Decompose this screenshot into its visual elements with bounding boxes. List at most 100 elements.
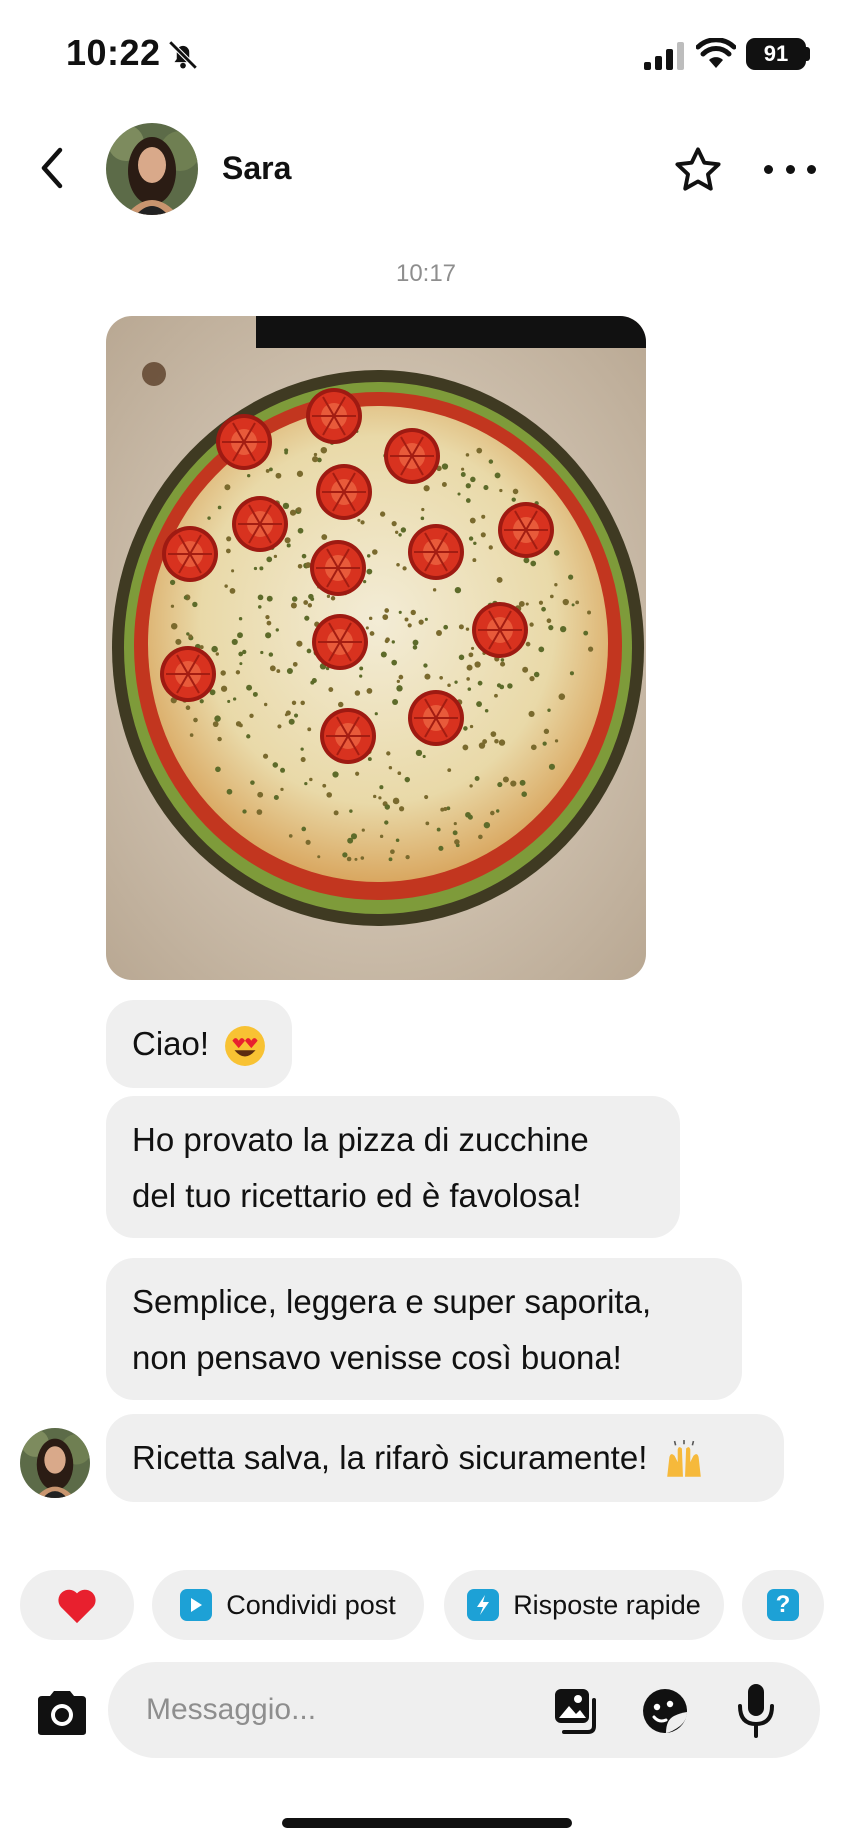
herb-speck: [379, 785, 384, 790]
message-bubble[interactable]: Ricetta salva, la rifarò sicuramente!: [106, 1414, 784, 1502]
herb-speck: [469, 724, 474, 729]
herb-speck: [266, 595, 273, 602]
herb-speck: [192, 601, 198, 608]
herb-speck: [307, 727, 312, 732]
herb-speck: [242, 809, 247, 814]
herb-speck: [207, 516, 211, 520]
herb-speck: [373, 794, 377, 799]
message-bubble[interactable]: Ho provato la pizza di zucchine del tuo …: [106, 1096, 680, 1238]
herb-speck: [306, 648, 312, 654]
herb-speck: [260, 650, 264, 655]
herb-speck: [458, 624, 464, 630]
sender-avatar[interactable]: [20, 1428, 90, 1498]
herb-speck: [410, 609, 416, 616]
herb-speck: [296, 470, 304, 477]
more-options-button[interactable]: [764, 154, 816, 184]
herb-speck: [402, 566, 407, 571]
herb-speck: [385, 637, 390, 642]
message-bubble[interactable]: Ciao!: [106, 1000, 293, 1088]
herb-speck: [266, 556, 273, 563]
herb-speck: [374, 712, 378, 716]
help-chip[interactable]: ?: [742, 1570, 824, 1640]
herb-speck: [398, 533, 402, 537]
gallery-button[interactable]: [552, 1686, 602, 1736]
share-post-chip[interactable]: Condividi post: [152, 1570, 424, 1640]
contact-name[interactable]: Sara: [222, 150, 291, 187]
back-button[interactable]: [30, 142, 74, 194]
herb-speck: [481, 514, 486, 519]
herb-speck: [288, 718, 295, 725]
sticker-icon: [643, 1689, 687, 1733]
herb-speck: [423, 485, 430, 492]
herb-speck: [380, 651, 387, 658]
dot: [764, 164, 773, 174]
herb-speck: [467, 687, 472, 691]
herb-speck: [357, 518, 361, 522]
heart-icon: [58, 1589, 96, 1624]
herb-speck: [304, 615, 310, 621]
herb-speck: [363, 580, 367, 584]
herb-speck: [465, 627, 470, 631]
favorite-button[interactable]: [672, 144, 724, 196]
herb-speck: [472, 558, 477, 563]
herb-speck: [300, 757, 306, 763]
question-icon: ?: [767, 1589, 799, 1621]
sticker-button[interactable]: [640, 1686, 690, 1736]
herb-speck: [310, 680, 315, 685]
message-bubble[interactable]: Semplice, leggera e super saporita, non …: [106, 1258, 742, 1400]
herb-speck: [396, 679, 400, 684]
herb-speck: [502, 776, 509, 783]
contact-avatar[interactable]: [106, 123, 198, 215]
herb-speck: [217, 736, 222, 742]
herb-speck: [326, 792, 333, 798]
herb-speck: [499, 488, 503, 493]
herb-speck: [436, 827, 441, 832]
herb-speck: [494, 693, 498, 698]
herb-speck: [483, 485, 489, 491]
herb-speck: [310, 597, 315, 601]
herb-speck: [183, 595, 188, 600]
herb-speck: [490, 731, 497, 737]
herb-speck: [282, 502, 290, 510]
herb-speck: [484, 708, 489, 713]
microphone-button[interactable]: [736, 1682, 776, 1738]
herb-speck: [392, 699, 399, 706]
herb-speck: [394, 530, 399, 534]
herb-speck: [349, 809, 353, 813]
message-text: Ciao!: [132, 1025, 219, 1062]
herb-speck: [378, 796, 382, 800]
herb-speck: [309, 777, 313, 782]
herb-speck: [296, 640, 303, 647]
quick-replies-chip[interactable]: Risposte rapide: [444, 1570, 724, 1640]
herb-speck: [530, 560, 537, 567]
herb-speck: [436, 630, 442, 637]
message-text-line: del tuo ricettario ed è favolosa!: [132, 1177, 582, 1214]
herb-speck: [420, 516, 425, 521]
herb-speck: [399, 806, 405, 812]
herb-speck: [523, 557, 530, 564]
herb-speck: [265, 615, 270, 620]
herb-speck: [518, 601, 525, 607]
herb-speck: [469, 784, 473, 788]
herb-speck: [304, 782, 308, 786]
herb-speck: [305, 839, 311, 845]
pizza-photo-message[interactable]: [106, 316, 646, 980]
herb-speck: [321, 534, 328, 540]
herb-speck: [247, 474, 251, 478]
herb-speck: [238, 723, 243, 728]
dm-screen: 10:22 91 Sara 10:17 Ciao! Ho provato la …: [0, 0, 852, 1847]
chat-header: Sara: [0, 110, 852, 230]
message-input[interactable]: [146, 1686, 526, 1734]
herb-speck: [262, 753, 269, 759]
herb-speck: [280, 767, 286, 773]
wifi-icon: [696, 38, 736, 68]
herb-speck: [398, 610, 402, 614]
herb-speck: [346, 856, 352, 862]
camera-button[interactable]: [34, 1688, 90, 1738]
herb-speck: [422, 754, 426, 759]
send-heart-chip[interactable]: [20, 1570, 134, 1640]
herb-speck: [521, 791, 527, 797]
herb-speck: [292, 661, 298, 667]
herb-speck: [386, 751, 391, 756]
herb-speck: [511, 497, 516, 502]
